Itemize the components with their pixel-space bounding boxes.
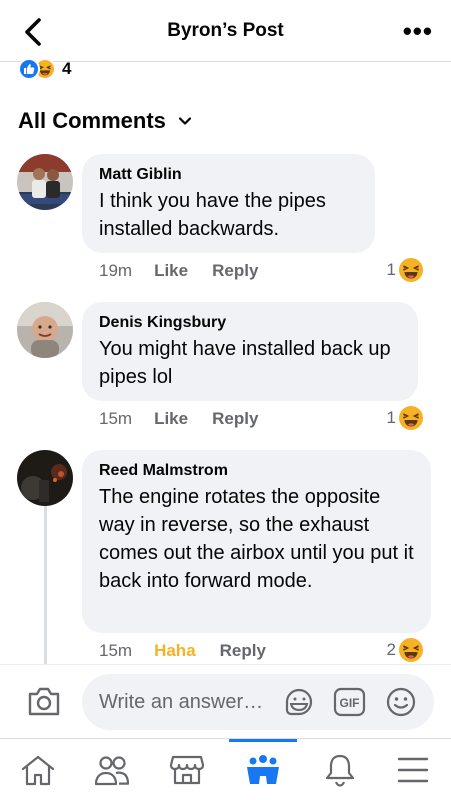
avatar[interactable] <box>17 450 73 506</box>
comment-actions: 19m Like Reply <box>99 261 282 281</box>
sticker-icon[interactable] <box>283 686 315 718</box>
camera-icon[interactable] <box>26 684 62 718</box>
comment-author[interactable]: Matt Giblin <box>99 165 359 185</box>
comment-bubble[interactable]: Matt Giblin I think you have the pipes i… <box>82 154 375 253</box>
comment-reactions[interactable]: 1 <box>387 406 423 430</box>
comment-bubble[interactable]: Denis Kingsbury You might have installed… <box>82 302 418 401</box>
comment-author[interactable]: Denis Kingsbury <box>99 313 402 333</box>
comment-time[interactable]: 19m <box>99 261 132 281</box>
comment-reaction-count: 1 <box>386 408 396 427</box>
haha-reaction-icon <box>399 638 423 662</box>
comment-reaction-count: 1 <box>386 260 396 279</box>
comment-text: You might have installed back up pipes l… <box>99 338 391 388</box>
friends-icon <box>94 756 130 786</box>
comment-input-box[interactable]: GIF <box>82 674 434 730</box>
gif-label: GIF <box>340 696 360 710</box>
comment-reactions[interactable]: 2 <box>387 638 423 662</box>
tab-notifications[interactable] <box>320 751 360 789</box>
like-button[interactable]: Like <box>154 261 188 281</box>
comment-composer: GIF <box>0 664 451 738</box>
tab-home[interactable] <box>18 751 58 789</box>
tab-friends[interactable] <box>92 751 132 789</box>
tab-menu[interactable] <box>393 751 433 789</box>
like-button[interactable]: Like <box>154 409 188 429</box>
comment-reactions[interactable]: 1 <box>387 258 423 282</box>
haha-reaction-icon <box>399 258 423 282</box>
comment-author[interactable]: Reed Malmstrom <box>99 461 415 481</box>
reaction-summary[interactable]: 4 <box>18 58 71 80</box>
tab-groups[interactable] <box>243 751 283 789</box>
reply-button[interactable]: Reply <box>220 641 266 661</box>
marketplace-icon <box>169 755 205 785</box>
comment-text: I think you have the pipes installed bac… <box>99 190 326 240</box>
comments-filter[interactable]: All Comments <box>18 108 192 134</box>
comment: Denis Kingsbury You might have installed… <box>17 302 437 432</box>
comment: Matt Giblin I think you have the pipes i… <box>17 154 437 284</box>
reaction-count: 4 <box>62 59 72 78</box>
bottom-tab-bar <box>0 738 451 800</box>
like-reaction-icon <box>18 58 40 80</box>
groups-icon <box>247 755 279 784</box>
comment: Reed Malmstrom The engine rotates the op… <box>17 450 437 664</box>
avatar[interactable] <box>17 154 73 210</box>
bell-icon <box>325 754 355 787</box>
emoji-icon[interactable] <box>386 687 416 717</box>
haha-reaction-icon <box>399 406 423 430</box>
comment-time[interactable]: 15m <box>99 641 132 661</box>
comment-actions: 15m Haha Reply <box>99 641 290 661</box>
comment-bubble[interactable]: Reed Malmstrom The engine rotates the op… <box>82 450 431 633</box>
tab-marketplace[interactable] <box>167 751 207 789</box>
comment-input[interactable] <box>99 686 289 718</box>
comment-text: The engine rotates the opposite way in r… <box>99 486 414 592</box>
chevron-down-icon <box>178 117 192 125</box>
top-bar: Byron’s Post ••• <box>0 0 451 62</box>
avatar[interactable] <box>17 302 73 358</box>
haha-reaction-button[interactable]: Haha <box>154 641 196 661</box>
more-icon[interactable]: ••• <box>403 16 433 47</box>
comment-time[interactable]: 15m <box>99 409 132 429</box>
page-title: Byron’s Post <box>167 20 284 41</box>
reply-button[interactable]: Reply <box>212 409 258 429</box>
home-icon <box>21 755 55 786</box>
gif-icon[interactable]: GIF <box>333 687 366 717</box>
reply-button[interactable]: Reply <box>212 261 258 281</box>
comments-filter-label: All Comments <box>18 108 166 133</box>
comment-actions: 15m Like Reply <box>99 409 282 429</box>
menu-icon <box>397 757 429 783</box>
active-tab-indicator <box>229 739 297 742</box>
comment-reaction-count: 2 <box>386 640 396 659</box>
